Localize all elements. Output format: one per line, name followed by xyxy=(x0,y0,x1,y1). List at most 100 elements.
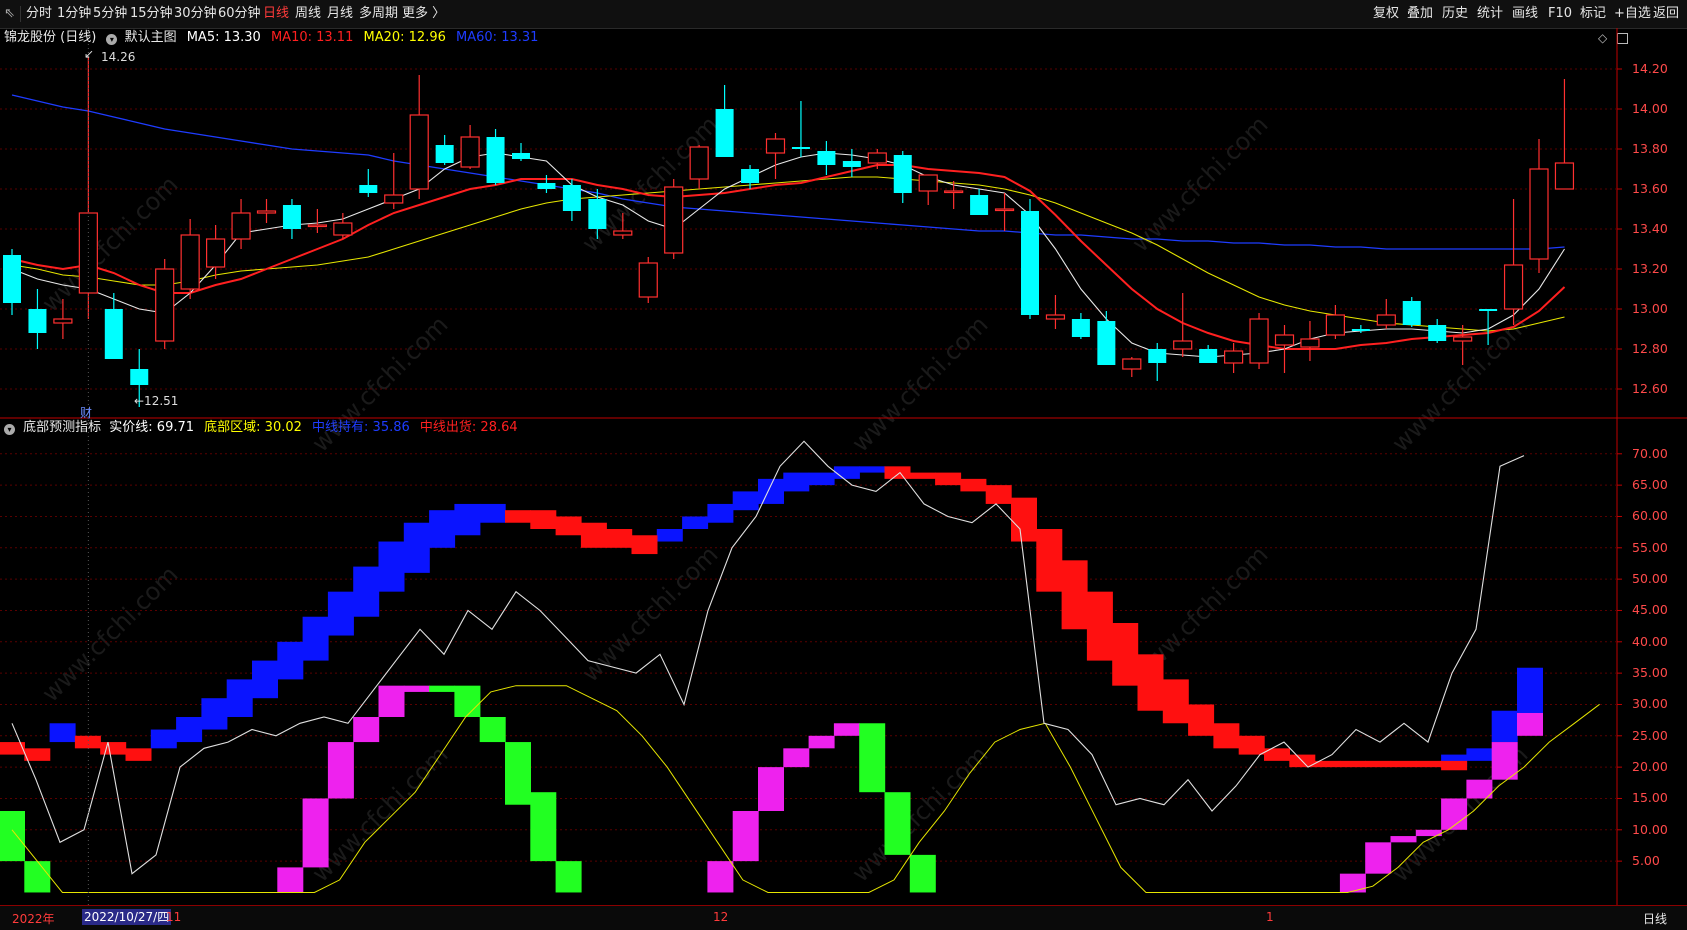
indicator-tick-label: 25.00 xyxy=(1632,727,1668,743)
hold-block xyxy=(808,472,835,486)
window-restore-icon[interactable] xyxy=(1617,33,1628,44)
hold-block xyxy=(732,491,759,511)
tab-period-weekly[interactable]: 周线 xyxy=(295,0,321,28)
sell-block xyxy=(884,466,911,479)
bottom-rise-block xyxy=(808,735,835,749)
hold-block xyxy=(378,541,405,592)
watermark: www.cfchi.com xyxy=(576,110,724,258)
indicator-toggle-icon[interactable]: ▾ xyxy=(4,424,15,435)
bottom-rise-block xyxy=(378,685,405,717)
sub-chart-legend: ▾ 底部预测指标 实价线: 69.71 底部区域: 30.02 中线持有: 35… xyxy=(4,419,518,437)
f10-button[interactable]: F10 xyxy=(1548,0,1572,28)
toolbar-back-arrow-icon[interactable]: ⇖ xyxy=(4,0,15,28)
watermark: www.cfchi.com xyxy=(846,310,994,458)
sell-block xyxy=(1441,760,1468,771)
indicator-name[interactable]: 底部预测指标 xyxy=(23,420,101,435)
add-watchlist-button[interactable]: +自选 xyxy=(1614,0,1651,28)
hold-block xyxy=(226,679,253,717)
bottom-rise-block xyxy=(1365,842,1392,874)
indicator-tick-label: 60.00 xyxy=(1632,508,1668,524)
month-tick-nov: 11 xyxy=(166,910,182,924)
bottom-rise-block xyxy=(327,742,354,799)
candle-body-down xyxy=(512,153,530,159)
hold-block xyxy=(1441,754,1468,768)
tab-period-30min[interactable]: 30分钟 xyxy=(174,0,217,28)
candle-body-down xyxy=(359,185,378,193)
year-label: 2022年 xyxy=(12,912,55,926)
candle-body-up xyxy=(994,208,1015,212)
template-name[interactable]: 默认主图 xyxy=(125,30,177,45)
candle-body-down xyxy=(1428,325,1447,341)
tab-period-1min[interactable]: 1分钟 xyxy=(57,0,91,28)
ma20-label: MA20: 12.96 xyxy=(363,30,446,45)
candle-body-up xyxy=(78,212,98,294)
bottom-fall-block xyxy=(479,717,506,743)
return-button[interactable]: 返回 xyxy=(1653,0,1679,28)
tab-more[interactable]: 更多 〉 xyxy=(402,0,445,28)
sell-block xyxy=(960,478,987,492)
toolbar-separator xyxy=(20,6,21,22)
diamond-icon[interactable]: ◇ xyxy=(1598,31,1607,45)
candle-body-up xyxy=(1529,168,1549,260)
indicator-tick-label: 70.00 xyxy=(1632,445,1668,461)
bottom-rise-block xyxy=(1491,742,1518,780)
candle-body-down xyxy=(791,147,810,149)
statistics-button[interactable]: 统计 xyxy=(1477,0,1503,28)
finance-tag[interactable]: 财 xyxy=(80,404,92,421)
candle-body-up xyxy=(918,174,938,192)
restore-rights-button[interactable]: 复权 xyxy=(1373,0,1399,28)
sell-block xyxy=(1238,735,1265,755)
price-tick-label: 13.20 xyxy=(1632,261,1668,276)
real-price-line xyxy=(11,440,1525,875)
sell-block xyxy=(1365,760,1392,768)
hold-block xyxy=(479,503,506,523)
sell-block xyxy=(1162,679,1189,724)
template-toggle-icon[interactable]: ▾ xyxy=(106,34,118,45)
indicator-tick-label: 50.00 xyxy=(1632,571,1668,587)
chart-canvas[interactable] xyxy=(0,0,1687,929)
tab-period-60min[interactable]: 60分钟 xyxy=(218,0,261,28)
bottom-fall-block xyxy=(24,861,51,893)
bottom-fall-block xyxy=(530,792,557,862)
sell-block xyxy=(1339,760,1366,768)
candle-body-down xyxy=(28,309,47,333)
candle-body-up xyxy=(1274,334,1295,346)
hold-block xyxy=(1491,710,1518,743)
price-tick-label: 12.80 xyxy=(1632,341,1668,356)
tab-period-15min[interactable]: 15分钟 xyxy=(130,0,173,28)
overlay-button[interactable]: 叠加 xyxy=(1407,0,1433,28)
real-line-label: 实价线: 69.71 xyxy=(109,420,195,435)
sell-block xyxy=(1112,623,1139,686)
bottom-fall-block xyxy=(859,723,886,793)
tab-multi-period[interactable]: 多周期 xyxy=(359,0,398,28)
draw-line-button[interactable]: 画线 xyxy=(1512,0,1538,28)
tab-period-fenshi[interactable]: 分时 xyxy=(26,0,52,28)
candle-body-up xyxy=(689,146,709,180)
sell-block xyxy=(1390,760,1417,768)
high-price-marker: 14.26 xyxy=(101,50,136,64)
sell-block xyxy=(1061,560,1088,630)
ma5-label: MA5: 13.30 xyxy=(186,30,261,45)
mark-button[interactable]: 标记 xyxy=(1580,0,1606,28)
ma10-line xyxy=(11,164,1566,350)
sell-block xyxy=(1415,760,1442,768)
tab-period-monthly[interactable]: 月线 xyxy=(327,0,353,28)
candle-body-down xyxy=(537,183,556,189)
candle-body-down xyxy=(817,151,836,165)
bottom-rise-block xyxy=(277,867,304,893)
sell-block xyxy=(1086,591,1113,661)
candle-body-up xyxy=(638,262,658,298)
candle-body-down xyxy=(741,169,760,183)
month-tick-dec: 12 xyxy=(713,910,729,924)
candle-body-up xyxy=(231,212,251,240)
candle-body-up xyxy=(1045,314,1066,320)
hold-block xyxy=(682,516,709,529)
tab-period-daily[interactable]: 日线 xyxy=(263,0,289,28)
watermark: www.cfchi.com xyxy=(576,540,724,688)
low-price-marker: ←12.51 xyxy=(134,394,179,408)
tab-period-5min[interactable]: 5分钟 xyxy=(93,0,127,28)
candle-body-up xyxy=(1453,336,1473,342)
history-button[interactable]: 历史 xyxy=(1442,0,1468,28)
candle-body-down xyxy=(1402,301,1421,325)
candle-body-up xyxy=(944,190,964,194)
